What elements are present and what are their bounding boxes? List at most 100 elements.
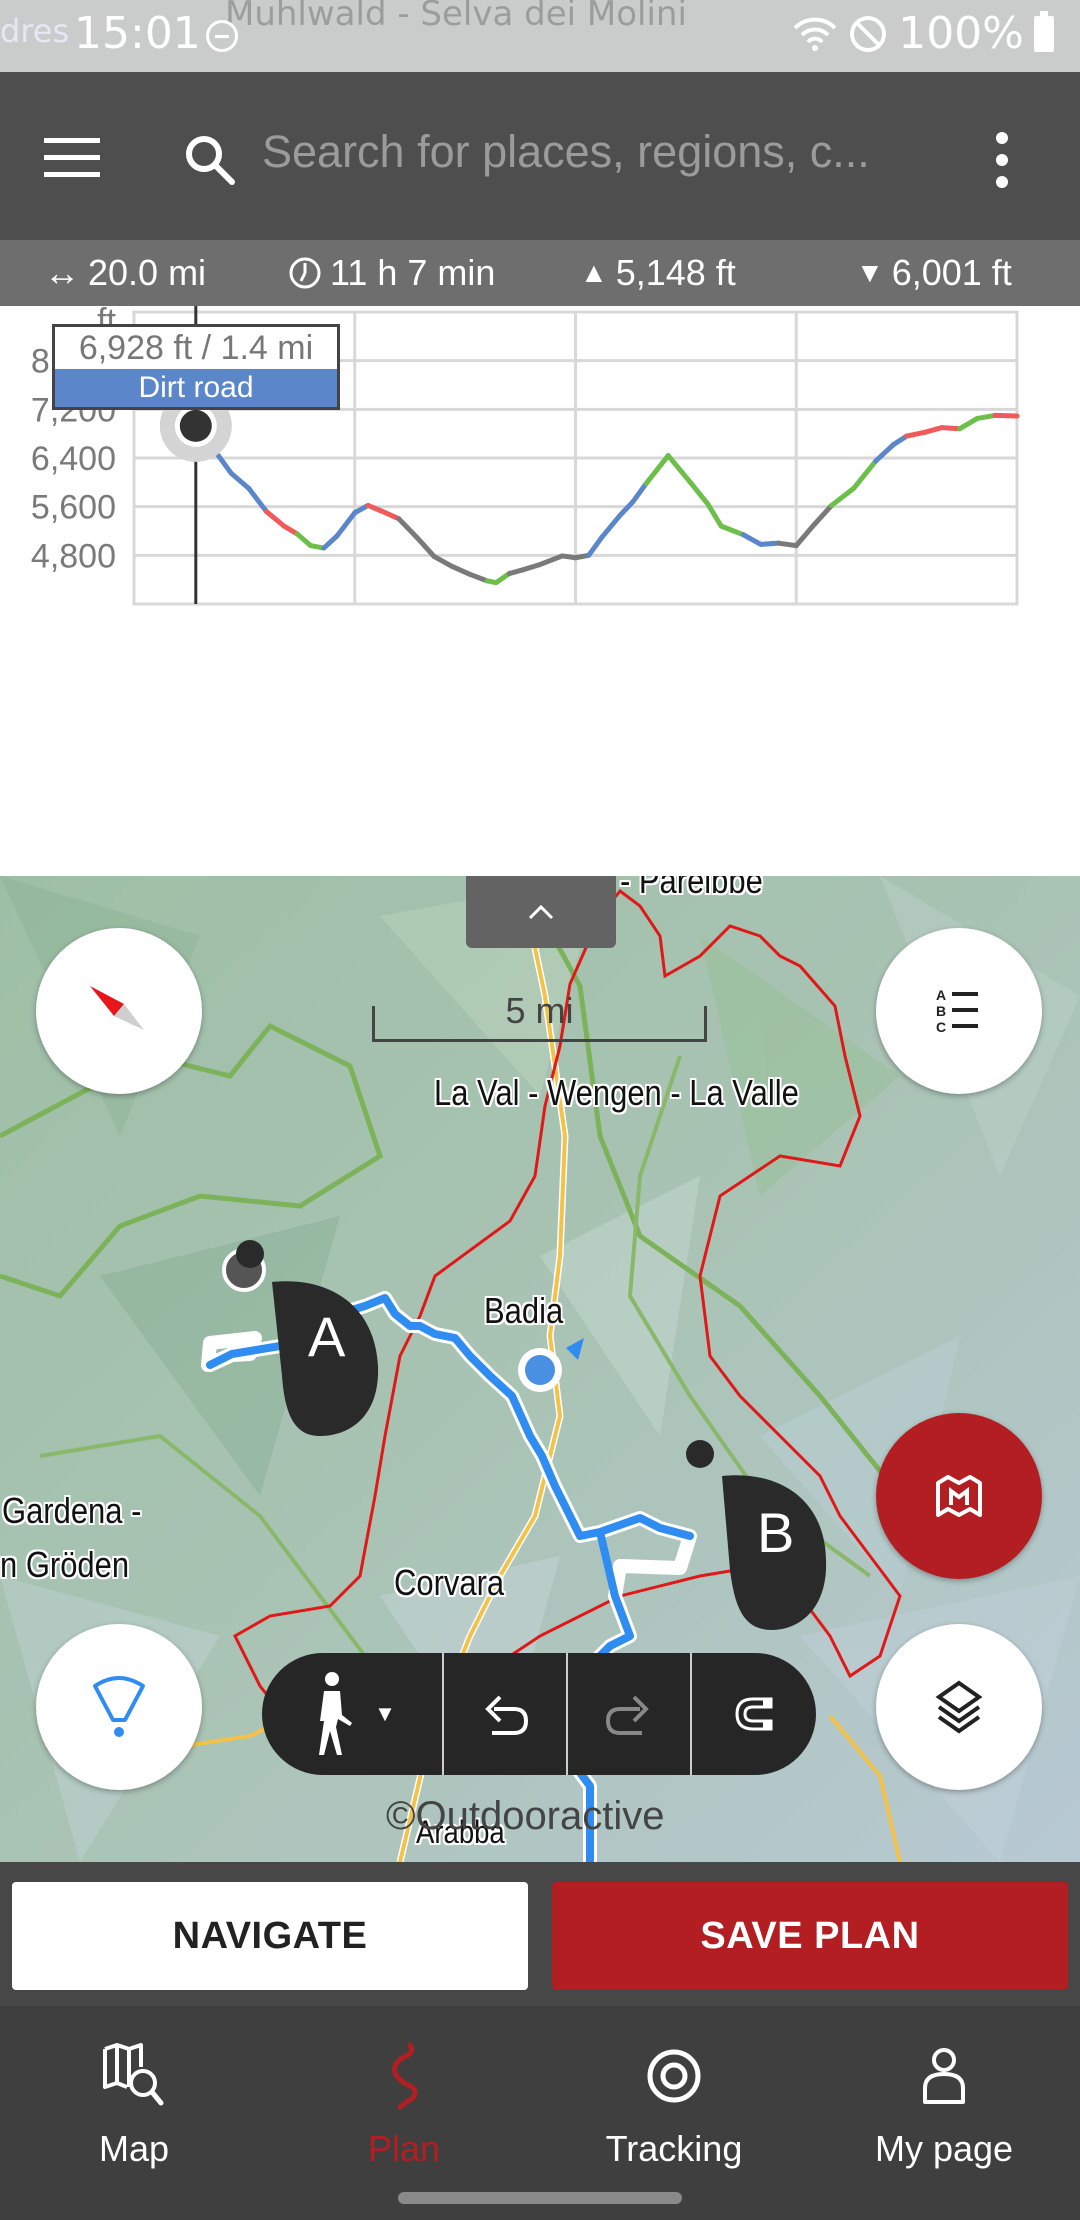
nav-item-tracking[interactable]: Tracking: [574, 2036, 774, 2170]
activity-type-selector[interactable]: ▼: [262, 1653, 444, 1775]
elevation-line-segment: [630, 481, 649, 505]
elevation-line-segment: [992, 412, 1020, 419]
no-sync-icon: [850, 15, 887, 52]
stat-descent: ▼ 6,001 ft: [856, 252, 1012, 294]
elevation-line-segment: [687, 479, 711, 507]
redo-button[interactable]: [568, 1653, 692, 1775]
elevation-line-segment: [793, 522, 817, 549]
tracking-target-icon: [647, 2049, 701, 2103]
marker-a-label: A: [308, 1305, 346, 1368]
elevation-line-segment: [921, 425, 945, 435]
do-not-disturb-icon: [206, 20, 238, 52]
place-label-groden: n Gröden: [0, 1544, 130, 1585]
map-layers-button[interactable]: [876, 1624, 1042, 1790]
elevation-line-segment: [228, 470, 252, 491]
elevation-profile-chart[interactable]: 8,0007,2006,4005,6004,800ft 6,928 ft / 1…: [0, 306, 1080, 876]
svg-text:A: A: [936, 987, 946, 1003]
menu-button[interactable]: [44, 138, 100, 178]
elevation-line-segment: [449, 563, 473, 577]
chart-tooltip: 6,928 ft / 1.4 mi Dirt road: [52, 324, 340, 410]
redo-icon: [605, 1695, 649, 1735]
abc-list-icon: A B C: [936, 987, 978, 1035]
waypoint-list-button[interactable]: A B C: [876, 928, 1042, 1094]
view-direction-button[interactable]: [36, 1624, 202, 1790]
elevation-line-segment: [758, 540, 782, 547]
route-stats-bar: ↔ 20.0 mi 11 h 7 min ▲ 5,148 ft ▼ 6,001 …: [0, 240, 1080, 306]
place-label-region: La Val - Wengen - La Valle: [434, 1072, 799, 1113]
cursor-point: [179, 409, 212, 442]
elevation-line-segment: [537, 553, 565, 567]
elevation-line-segment: [378, 508, 402, 522]
nav-label-my-page: My page: [874, 2128, 1014, 2169]
undo-button[interactable]: [444, 1653, 568, 1775]
stat-ascent: ▲ 5,148 ft: [580, 252, 736, 294]
elevation-line-segment: [334, 510, 358, 539]
more-options-button[interactable]: [990, 132, 1014, 188]
menu-icon: [44, 138, 100, 143]
tooltip-position: 6,928 ft / 1.4 mi: [78, 329, 314, 367]
search-input[interactable]: Search for places, regions, c...: [262, 126, 870, 178]
nav-item-map[interactable]: Map: [34, 2036, 234, 2170]
undo-icon: [485, 1695, 529, 1735]
snap-to-path-button[interactable]: [692, 1653, 816, 1775]
user-icon: [923, 2048, 965, 2104]
map-view[interactable]: A B - Pareibbe La Val - Wengen - La Vall…: [0, 876, 1080, 1862]
more-vert-icon: [996, 132, 1008, 144]
map-book-icon: [936, 1475, 982, 1517]
tooltip-surface: Dirt road: [55, 369, 337, 407]
elevation-line-segment: [263, 509, 287, 529]
elevation-line-segment: [520, 561, 543, 573]
descent-icon: ▼: [856, 257, 884, 288]
clock-icon: [289, 257, 321, 289]
map-scale-label: 5 mi: [505, 990, 574, 1031]
elevation-line-segment: [939, 425, 963, 432]
elevation-line-segment: [740, 532, 764, 547]
magnet-icon: [735, 1697, 773, 1731]
distance-value: 20.0 mi: [88, 252, 207, 293]
battery-percent: 100%: [898, 8, 1024, 59]
place-label-gardena: Gardena -: [2, 1490, 142, 1531]
route-plan-icon: [392, 2042, 418, 2110]
status-left-fragment: dres: [0, 12, 70, 50]
y-tick-label: 4,800: [31, 537, 116, 575]
elevation-line-segment: [431, 554, 455, 569]
elevation-line-segment: [586, 534, 605, 558]
stat-duration: 11 h 7 min: [288, 252, 495, 294]
ascent-value: 5,148 ft: [615, 252, 736, 293]
map-guide-button[interactable]: [876, 1413, 1042, 1579]
route-end-point[interactable]: [686, 1440, 714, 1468]
svg-text:B: B: [936, 1003, 946, 1019]
elevation-line-segment: [904, 429, 927, 439]
nav-item-my-page[interactable]: My page: [844, 2036, 1044, 2170]
home-gesture-bar[interactable]: [398, 2192, 682, 2204]
search-icon[interactable]: [180, 130, 240, 190]
hiking-icon: [319, 1672, 353, 1755]
current-location-dot[interactable]: [525, 1355, 555, 1385]
elevation-line-segment: [467, 571, 490, 584]
navigate-button[interactable]: NAVIGATE: [12, 1882, 528, 1990]
map-scale-bar: 5 mi: [372, 990, 707, 1042]
place-label-badia: Badia: [484, 1290, 564, 1331]
dropdown-caret-icon: ▼: [374, 1701, 396, 1726]
elevation-line-segment: [414, 534, 437, 560]
marker-b-label: B: [757, 1501, 795, 1564]
top-app-bar: Search for places, regions, c...: [0, 72, 1080, 240]
compass-icon: [90, 986, 144, 1030]
svg-text:C: C: [936, 1019, 946, 1035]
battery-icon: [1034, 10, 1054, 52]
collapse-profile-button[interactable]: [466, 876, 616, 948]
elevation-line-segment: [851, 458, 879, 491]
waypoint-dot[interactable]: [236, 1240, 264, 1268]
status-time: 15:01: [74, 8, 201, 59]
nav-label-tracking: Tracking: [605, 2128, 743, 2169]
place-label-top: - Pareibbe: [620, 876, 763, 901]
nav-item-plan[interactable]: Plan: [304, 2036, 504, 2170]
elevation-line-segment: [811, 502, 835, 528]
save-plan-button[interactable]: SAVE PLAN: [552, 1882, 1068, 1990]
map-copyright[interactable]: ©Outdooractive: [386, 1794, 665, 1839]
field-of-view-icon: [93, 1676, 145, 1737]
compass-button[interactable]: [36, 928, 202, 1094]
status-right-group: 100%: [792, 8, 1054, 59]
stat-distance: ↔ 20.0 mi: [44, 252, 206, 294]
chevron-up-icon: [528, 904, 554, 920]
